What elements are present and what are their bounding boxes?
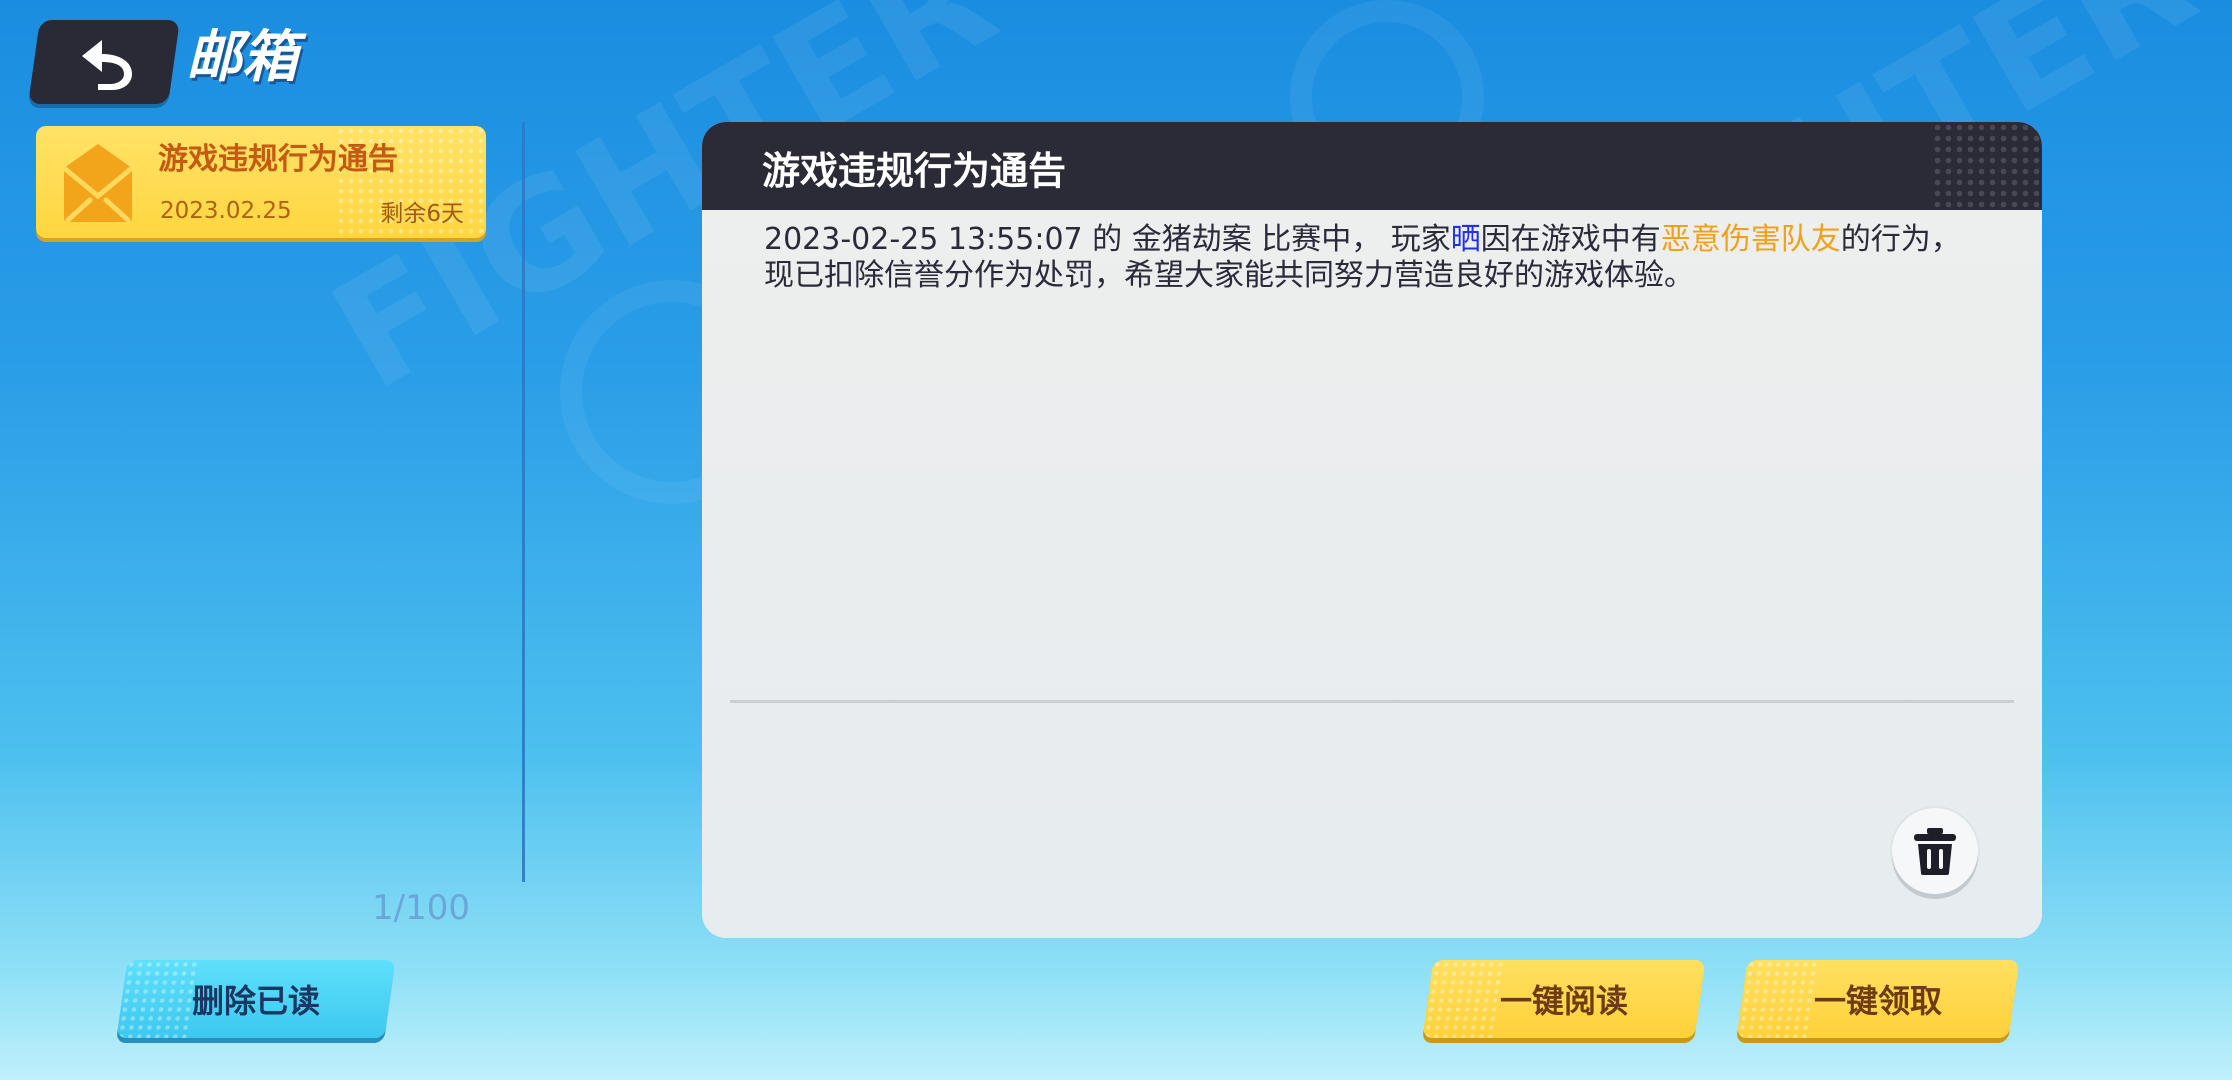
message-text: 因在游戏中有	[1480, 222, 1661, 257]
list-divider	[522, 122, 525, 882]
read-all-button[interactable]: 一键阅读	[1422, 960, 1706, 1038]
button-pattern	[1736, 960, 1818, 1038]
violation-type: 恶意伤害队友	[1660, 222, 1841, 257]
mail-item-date: 2023.02.25	[160, 198, 292, 224]
message-title: 游戏违规行为通告	[762, 149, 1067, 193]
read-all-label: 一键阅读	[1499, 982, 1628, 1020]
mail-item-title: 游戏违规行为通告	[158, 142, 398, 177]
mail-list-item[interactable]: 游戏违规行为通告 2023.02.25 剩余6天	[36, 126, 486, 238]
claim-all-label: 一键领取	[1813, 982, 1942, 1020]
delete-mail-button[interactable]	[1892, 808, 1978, 894]
mail-item-remaining: 剩余6天	[380, 201, 464, 227]
message-text: 2023-02-25 13:55:07 的 金猪劫案 比赛中， 玩家	[764, 222, 1451, 257]
delete-read-label: 删除已读	[191, 982, 320, 1020]
button-pattern	[1422, 960, 1504, 1038]
back-button[interactable]	[28, 20, 180, 104]
message-divider	[730, 700, 2014, 703]
claim-all-button[interactable]: 一键领取	[1736, 960, 2020, 1038]
message-header: 游戏违规行为通告	[702, 122, 2042, 210]
trash-icon	[1914, 828, 1956, 875]
back-arrow-icon	[82, 40, 132, 90]
button-pattern	[116, 960, 198, 1038]
page-title: 邮箱	[186, 25, 298, 90]
mail-count: 1/100	[372, 888, 470, 928]
message-panel: 游戏违规行为通告 2023-02-25 13:55:07 的 金猪劫案 比赛中，…	[702, 122, 2042, 938]
message-body: 2023-02-25 13:55:07 的 金猪劫案 比赛中， 玩家晒因在游戏中…	[764, 222, 1984, 294]
envelope-icon	[60, 140, 136, 224]
header-pattern	[1932, 122, 2042, 210]
delete-read-button[interactable]: 删除已读	[116, 960, 396, 1038]
player-name: 晒	[1450, 222, 1481, 257]
mailbox-screen: FIGHTER FIGHTER 邮箱 游戏违规行为通告 2023.02.25 剩…	[0, 0, 2232, 1080]
